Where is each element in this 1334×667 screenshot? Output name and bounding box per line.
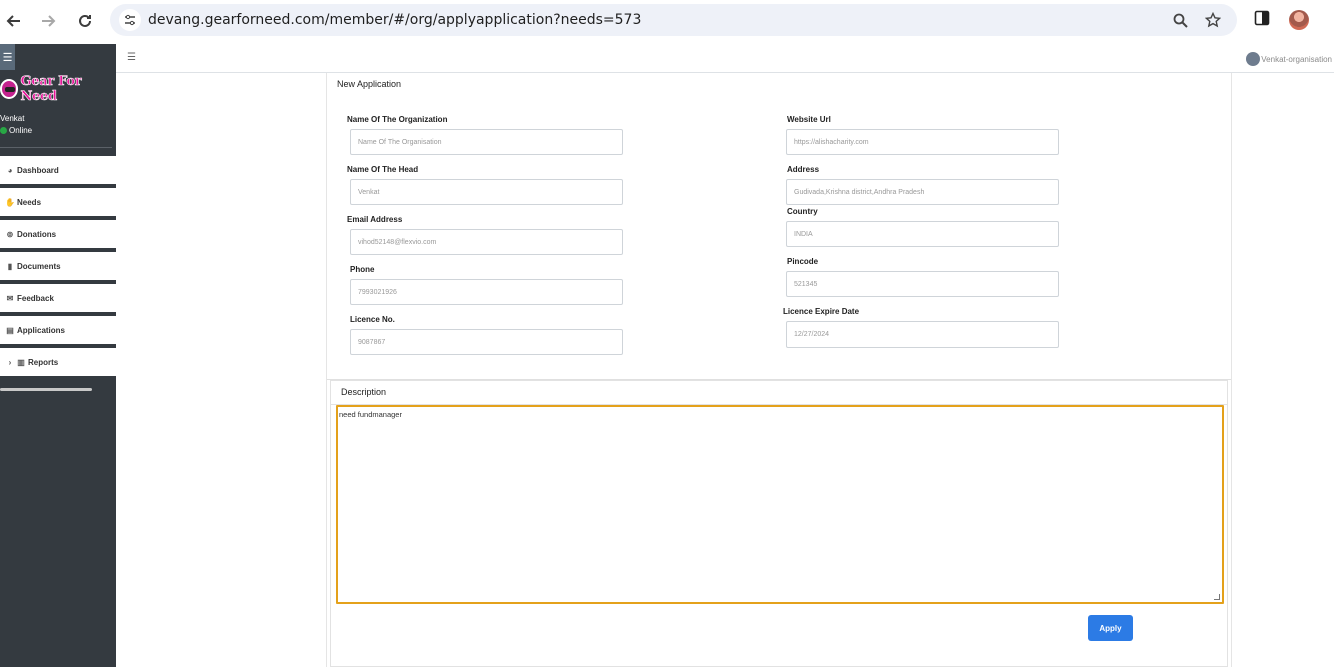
pincode-label: Pincode (787, 257, 819, 266)
account-label: Venkat-organisation (1261, 54, 1332, 64)
licence-label: Licence No. (350, 315, 395, 324)
sidebar-item-reports[interactable]: › ▥ Reports (0, 348, 116, 378)
file-icon: ▮ (7, 261, 13, 271)
back-icon[interactable] (2, 9, 26, 33)
description-section: Description need fundmanager Apply (330, 380, 1228, 667)
description-text: need fundmanager (339, 410, 402, 419)
description-textarea[interactable]: need fundmanager (336, 405, 1224, 604)
account-menu[interactable]: Venkat-organisation (1246, 52, 1332, 66)
account-avatar-icon (1246, 52, 1261, 66)
profile-avatar[interactable] (1289, 10, 1309, 30)
logo-icon (0, 79, 19, 99)
user-status-label: Online (9, 126, 33, 135)
sidebar-toggle-button[interactable]: ☰ (0, 44, 15, 70)
sidebar-item-donations[interactable]: ⊚ Donations (0, 220, 116, 250)
user-status: Online (0, 126, 32, 135)
sidebar-divider (0, 147, 112, 148)
application-card: New Application Name Of The Organization… (326, 73, 1232, 667)
head-name-field[interactable]: Venkat (350, 179, 623, 205)
url-text[interactable]: devang.gearforneed.com/member/#/org/appl… (148, 12, 641, 28)
file-text-icon: ▤ (6, 325, 14, 335)
logo-text: Gear For Need (20, 74, 82, 105)
sidebar-item-documents[interactable]: ▮ Documents (0, 252, 116, 282)
envelope-icon: ✉ (6, 293, 14, 303)
org-name-field[interactable]: Name Of The Organisation (350, 129, 623, 155)
top-navbar: ☰ Venkat-organisation (116, 44, 1334, 73)
sidebar-menu: ◕ Dashboard ✋ Needs ⊚ Donations ▮ Docume… (0, 156, 116, 380)
address-bar[interactable]: devang.gearforneed.com/member/#/org/appl… (110, 4, 1237, 36)
application-form: Name Of The Organization Name Of The Org… (327, 95, 1231, 380)
expiry-date-field[interactable]: 12/27/2024 (786, 321, 1059, 348)
palette-icon: ◕ (7, 165, 13, 175)
hand-holding-icon: ✋ (5, 197, 15, 207)
sidebar-item-needs[interactable]: ✋ Needs (0, 188, 116, 218)
email-label: Email Address (347, 215, 403, 224)
sidebar-scrollbar[interactable] (0, 388, 92, 391)
site-settings-icon[interactable] (119, 9, 141, 31)
sidebar-item-label: Donations (17, 229, 57, 239)
zoom-icon[interactable] (1170, 10, 1190, 30)
sidebar-item-label: Reports (28, 357, 59, 367)
copy-icon: ▥ (17, 357, 25, 367)
phone-field[interactable]: 7993021926 (350, 279, 623, 305)
sidebar-item-label: Documents (17, 261, 61, 271)
brand-logo[interactable]: Gear For Need (0, 74, 112, 105)
user-name[interactable]: Venkat (0, 114, 24, 123)
country-field[interactable]: INDIA (786, 221, 1059, 247)
head-name-label: Name Of The Head (347, 165, 419, 174)
org-name-label: Name Of The Organization (347, 115, 448, 124)
reload-icon[interactable] (73, 9, 97, 33)
forward-icon[interactable] (36, 9, 60, 33)
resize-handle-icon[interactable] (1214, 594, 1220, 600)
side-panel-icon[interactable] (1254, 10, 1272, 28)
sidebar-item-applications[interactable]: ▤ Applications (0, 316, 116, 346)
sidebar: ☰ Gear For Need Venkat Online ◕ Dashboar… (0, 44, 116, 667)
expiry-label: Licence Expire Date (783, 307, 860, 316)
menu-icon[interactable]: ☰ (127, 52, 136, 63)
sidebar-item-label: Applications (17, 325, 66, 335)
chevron-right-icon: › (8, 357, 12, 367)
sidebar-item-dashboard[interactable]: ◕ Dashboard (0, 156, 116, 186)
phone-label: Phone (350, 265, 375, 274)
description-label: Description (341, 387, 387, 397)
online-dot-icon (0, 127, 7, 134)
website-field[interactable]: https://alishacharity.com (786, 129, 1059, 155)
country-label: Country (787, 207, 818, 216)
address-label: Address (787, 165, 820, 174)
pincode-field[interactable]: 521345 (786, 271, 1059, 297)
sidebar-item-label: Feedback (17, 293, 54, 303)
page-title: New Application (337, 79, 402, 89)
sidebar-item-label: Dashboard (17, 165, 59, 175)
apply-button[interactable]: Apply (1088, 615, 1133, 641)
address-field[interactable]: Gudivada,Krishna district,Andhra Pradesh (786, 179, 1059, 205)
website-label: Website Url (787, 115, 831, 124)
licence-field[interactable]: 9087867 (350, 329, 623, 355)
sidebar-item-feedback[interactable]: ✉ Feedback (0, 284, 116, 314)
donate-icon: ⊚ (6, 229, 14, 239)
sidebar-item-label: Needs (17, 197, 42, 207)
browser-toolbar: devang.gearforneed.com/member/#/org/appl… (0, 0, 1334, 44)
bookmark-star-icon[interactable] (1203, 10, 1223, 30)
email-field[interactable]: vihod52148@flexvio.com (350, 229, 623, 255)
